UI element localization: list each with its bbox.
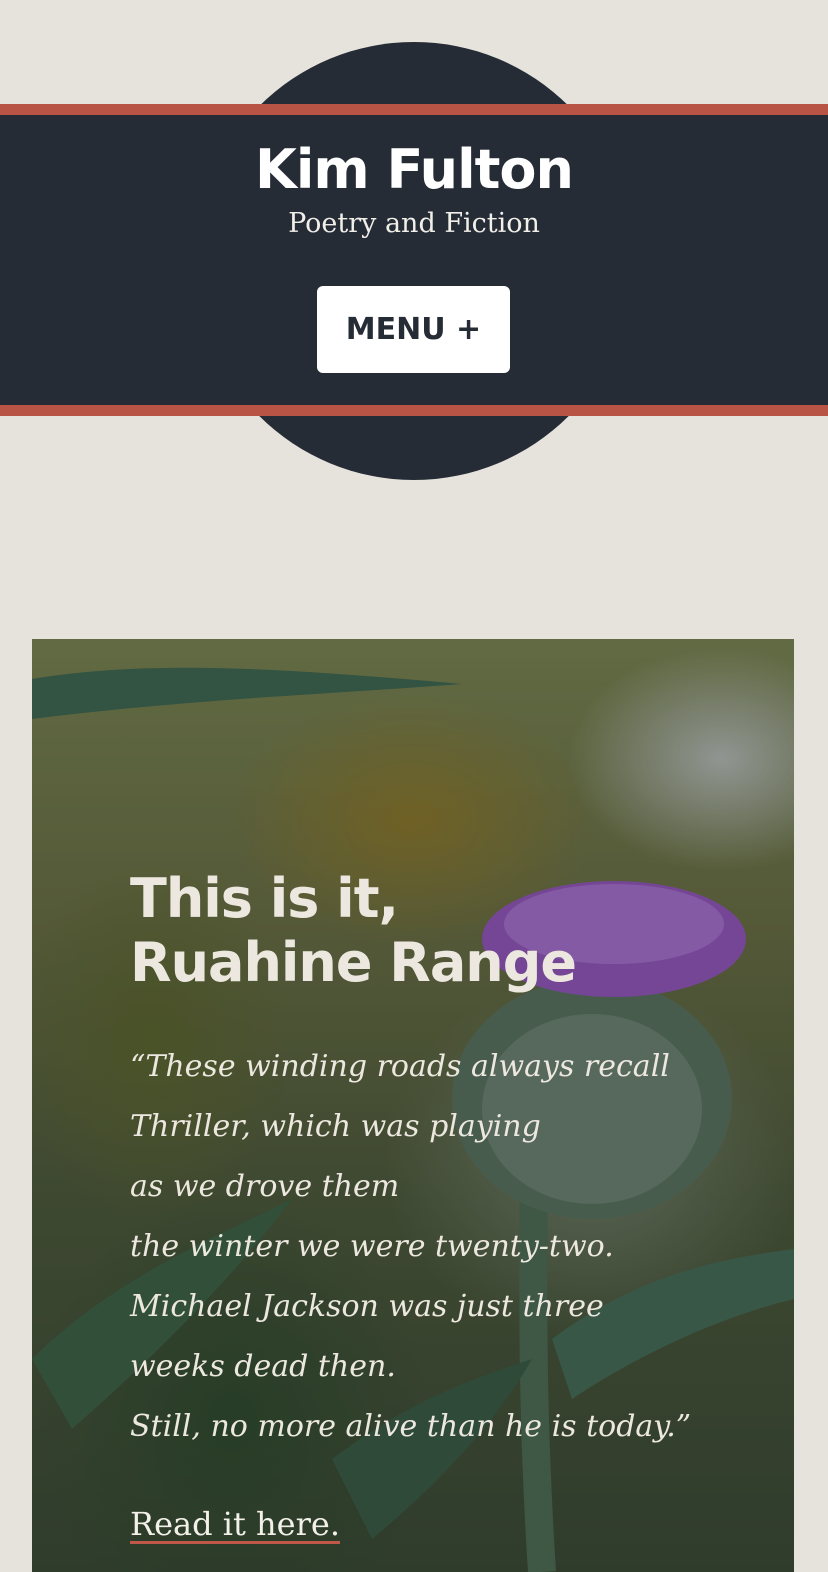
menu-button[interactable]: MENU + — [317, 286, 510, 373]
poem-line: the winter we were twenty-two. — [130, 1229, 614, 1264]
post-title-line-1: This is it, — [130, 867, 399, 930]
poem-excerpt: “These winding roads always recall Thril… — [130, 1037, 770, 1457]
poem-line: Michael Jackson was just three — [130, 1289, 604, 1324]
read-more-link[interactable]: Read it here. — [130, 1505, 340, 1543]
post-title-line-2: Ruahine Range — [130, 931, 577, 994]
poem-line: Still, no more alive than he is today.” — [130, 1409, 692, 1444]
poem-line: as we drove them — [130, 1169, 400, 1204]
site-title[interactable]: Kim Fulton — [0, 138, 828, 201]
post-title[interactable]: This is it, Ruahine Range — [130, 867, 730, 995]
poem-line: weeks dead then. — [130, 1349, 396, 1384]
poem-line: Thriller, which was playing — [130, 1109, 541, 1144]
poem-line: “These winding roads always recall — [130, 1049, 670, 1084]
site-tagline: Poetry and Fiction — [288, 208, 540, 239]
featured-post-hero: This is it, Ruahine Range “These winding… — [32, 639, 794, 1572]
